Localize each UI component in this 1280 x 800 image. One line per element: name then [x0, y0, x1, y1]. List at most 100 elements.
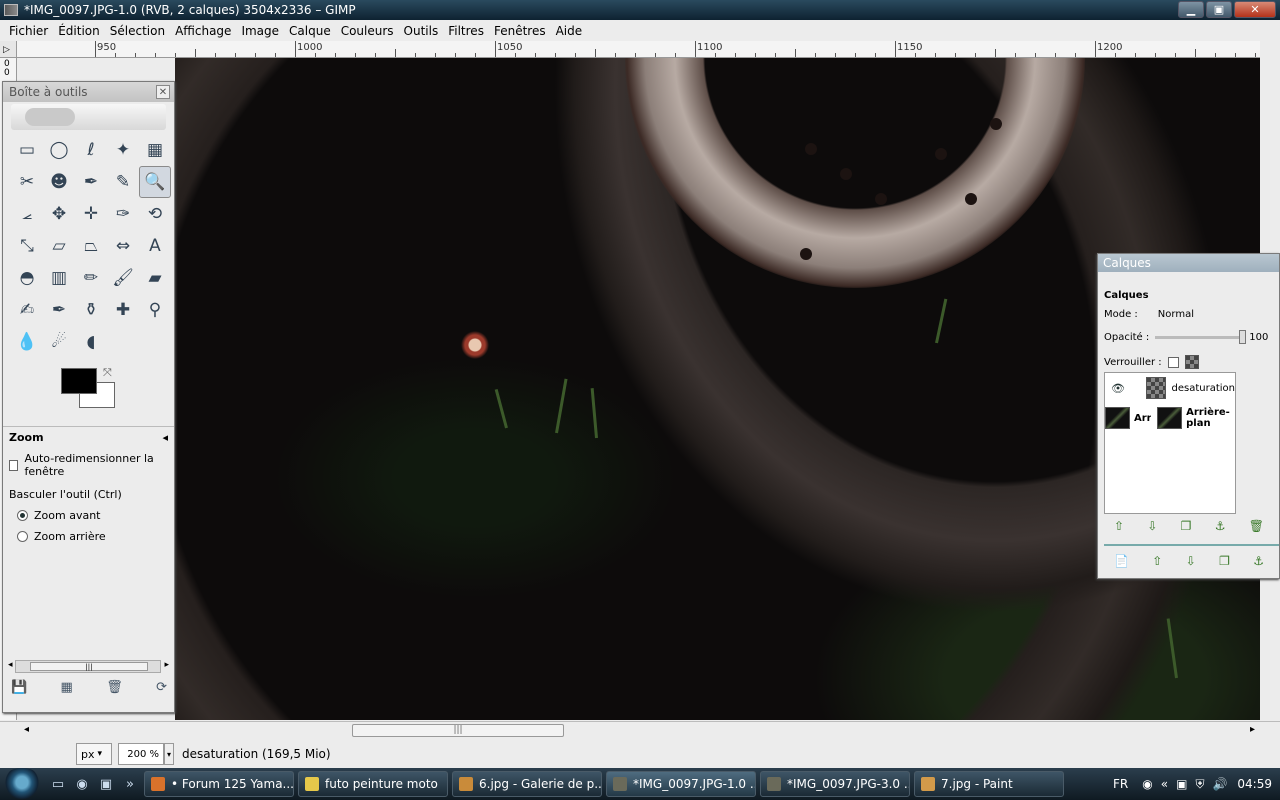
toolbox-close-button[interactable]: ✕ [156, 85, 170, 99]
reset-options-icon[interactable]: ⟳ [156, 680, 167, 695]
anchor-layer-icon[interactable]: ⚓ [1215, 519, 1226, 533]
lower-layer-icon[interactable]: ⇩ [1147, 519, 1157, 533]
canvas-scroll-thumb[interactable]: ||| [352, 724, 564, 737]
raise-layer-icon[interactable]: ⇧ [1114, 519, 1124, 533]
menu-outils[interactable]: Outils [399, 24, 444, 38]
taskbar-button[interactable]: • Forum 125 Yama... [144, 771, 294, 797]
show-desktop-icon[interactable]: ▭ [48, 774, 68, 794]
switch-windows-icon[interactable]: ▣ [96, 774, 116, 794]
measure-tool-icon[interactable]: ⦟ [11, 198, 43, 230]
menu-fenetres[interactable]: Fenêtres [489, 24, 551, 38]
menu-selection[interactable]: Sélection [105, 24, 170, 38]
opacity-slider[interactable] [1155, 330, 1247, 344]
foreground-select-tool-icon[interactable]: ☻ [43, 166, 75, 198]
lasso-tool-icon[interactable]: ℓ [75, 134, 107, 166]
color-picker-tool-icon[interactable]: ✎ [107, 166, 139, 198]
menu-affichage[interactable]: Affichage [170, 24, 236, 38]
anchor-layer-icon[interactable]: ⚓ [1253, 554, 1264, 568]
taskbar-button[interactable]: futo peinture moto [298, 771, 448, 797]
ellipse-select-tool-icon[interactable]: ◯ [43, 134, 75, 166]
quicklaunch-more-icon[interactable]: » [120, 774, 140, 794]
auto-resize-checkbox[interactable] [9, 459, 19, 471]
rotate-tool-icon[interactable]: ⟲ [139, 198, 171, 230]
zoom-dropdown-icon[interactable]: ▾ [164, 743, 174, 765]
toolbox-titlebar[interactable]: Boîte à outils ✕ [3, 82, 174, 102]
zoom-in-radio[interactable] [17, 510, 28, 521]
layers-titlebar[interactable]: Calques [1098, 254, 1279, 272]
menu-couleurs[interactable]: Couleurs [336, 24, 399, 38]
rect-select-tool-icon[interactable]: ▭ [11, 134, 43, 166]
scroll-left-icon[interactable]: ◂ [24, 724, 29, 735]
scroll-right-icon[interactable]: ▸ [164, 660, 169, 670]
toolbox-scroll-thumb[interactable]: ||| [30, 662, 148, 671]
wilber-drop-area[interactable] [11, 104, 166, 130]
scroll-left-icon[interactable]: ◂ [8, 660, 13, 670]
duplicate-layer-icon[interactable]: ❐ [1219, 554, 1230, 568]
layer-row-desaturation[interactable]: 👁 desaturation [1105, 373, 1235, 403]
fuzzy-select-tool-icon[interactable]: ✦ [107, 134, 139, 166]
tray-network-icon[interactable]: ▣ [1176, 777, 1187, 791]
flip-tool-icon[interactable]: ⇔ [107, 230, 139, 262]
align-tool-icon[interactable]: ✛ [75, 198, 107, 230]
taskbar-button[interactable]: 6.jpg - Galerie de p... [452, 771, 602, 797]
lock-alpha-icon[interactable] [1184, 355, 1199, 369]
clone-tool-icon[interactable]: ⚱ [75, 294, 107, 326]
layer-row-arriere-plan[interactable]: Arrièr Arrière-plan [1105, 403, 1235, 433]
save-options-icon[interactable]: 💾 [11, 680, 27, 695]
lower-layer-icon[interactable]: ⇩ [1186, 554, 1196, 568]
delete-layer-icon[interactable]: 🗑 [1249, 519, 1264, 533]
taskbar-button[interactable]: *IMG_0097.JPG-1.0 ... [606, 771, 756, 797]
tray-app-icon[interactable]: ◉ [1142, 777, 1152, 791]
blend-tool-icon[interactable]: ▥ [43, 262, 75, 294]
restore-options-icon[interactable]: ▦ [61, 680, 73, 695]
mode-select[interactable]: Normal [1158, 309, 1194, 320]
bucket-fill-tool-icon[interactable]: ◓ [11, 262, 43, 294]
menu-filtres[interactable]: Filtres [443, 24, 489, 38]
ruler-corner-button[interactable]: ▷ [0, 41, 17, 58]
zoom-input[interactable]: 200 % [118, 743, 164, 765]
tray-arrow-icon[interactable]: « [1161, 777, 1168, 791]
toolbox-scrollbar[interactable]: ◂ ||| ▸ [8, 660, 169, 673]
ink-tool-icon[interactable]: ✒ [43, 294, 75, 326]
smudge-tool-icon[interactable]: ☄ [43, 326, 75, 358]
text-tool-icon[interactable]: A [139, 230, 171, 262]
unit-select[interactable]: px ▾ [76, 743, 112, 765]
color-select-tool-icon[interactable]: ▦ [139, 134, 171, 166]
shear-tool-icon[interactable]: ▱ [43, 230, 75, 262]
minimize-button[interactable]: ▁ [1178, 1, 1204, 18]
language-indicator[interactable]: FR [1113, 777, 1128, 791]
tray-volume-icon[interactable]: 🔊 [1212, 777, 1227, 791]
menu-fichier[interactable]: Fichier [4, 24, 53, 38]
paintbrush-tool-icon[interactable]: 🖌 [107, 262, 139, 294]
canvas-horizontal-scrollbar[interactable]: ◂ ||| ▸ [0, 721, 1280, 740]
opacity-value[interactable]: 100 [1249, 332, 1268, 343]
maximize-button[interactable]: ▣ [1206, 1, 1232, 18]
foreground-color[interactable] [61, 368, 97, 394]
new-layer-icon[interactable]: 📄 [1114, 554, 1129, 568]
taskbar-button[interactable]: 7.jpg - Paint [914, 771, 1064, 797]
duplicate-layer-icon[interactable]: ❐ [1181, 519, 1192, 533]
crop-tool-icon[interactable]: ✑ [107, 198, 139, 230]
taskbar-button[interactable]: *IMG_0097.JPG-3.0 ... [760, 771, 910, 797]
perspective-tool-icon[interactable]: ⏢ [75, 230, 107, 262]
move-tool-icon[interactable]: ✥ [43, 198, 75, 230]
blur-tool-icon[interactable]: 💧 [11, 326, 43, 358]
airbrush-tool-icon[interactable]: ✍ [11, 294, 43, 326]
zoom-tool-icon[interactable]: 🔍 [139, 166, 171, 198]
dodge-burn-tool-icon[interactable]: ◖ [75, 326, 107, 358]
lock-pixels-checkbox[interactable] [1167, 356, 1179, 368]
firefox-quicklaunch-icon[interactable]: ◉ [72, 774, 92, 794]
zoom-out-radio[interactable] [17, 531, 28, 542]
tool-options-menu-icon[interactable]: ◂ [162, 431, 168, 444]
tray-security-icon[interactable]: ⛨ [1195, 777, 1204, 792]
menu-calque[interactable]: Calque [284, 24, 336, 38]
pencil-tool-icon[interactable]: ✏ [75, 262, 107, 294]
scissors-tool-icon[interactable]: ✂ [11, 166, 43, 198]
menu-edition[interactable]: Édition [53, 24, 105, 38]
horizontal-ruler[interactable]: 9501000105011001150120012501300135014001… [17, 41, 1260, 58]
delete-options-icon[interactable]: 🗑 [106, 680, 123, 695]
eraser-tool-icon[interactable]: ▰ [139, 262, 171, 294]
raise-layer-icon[interactable]: ⇧ [1152, 554, 1162, 568]
clock[interactable]: 04:59 [1237, 777, 1272, 791]
visibility-eye-icon[interactable]: 👁 [1111, 382, 1125, 395]
